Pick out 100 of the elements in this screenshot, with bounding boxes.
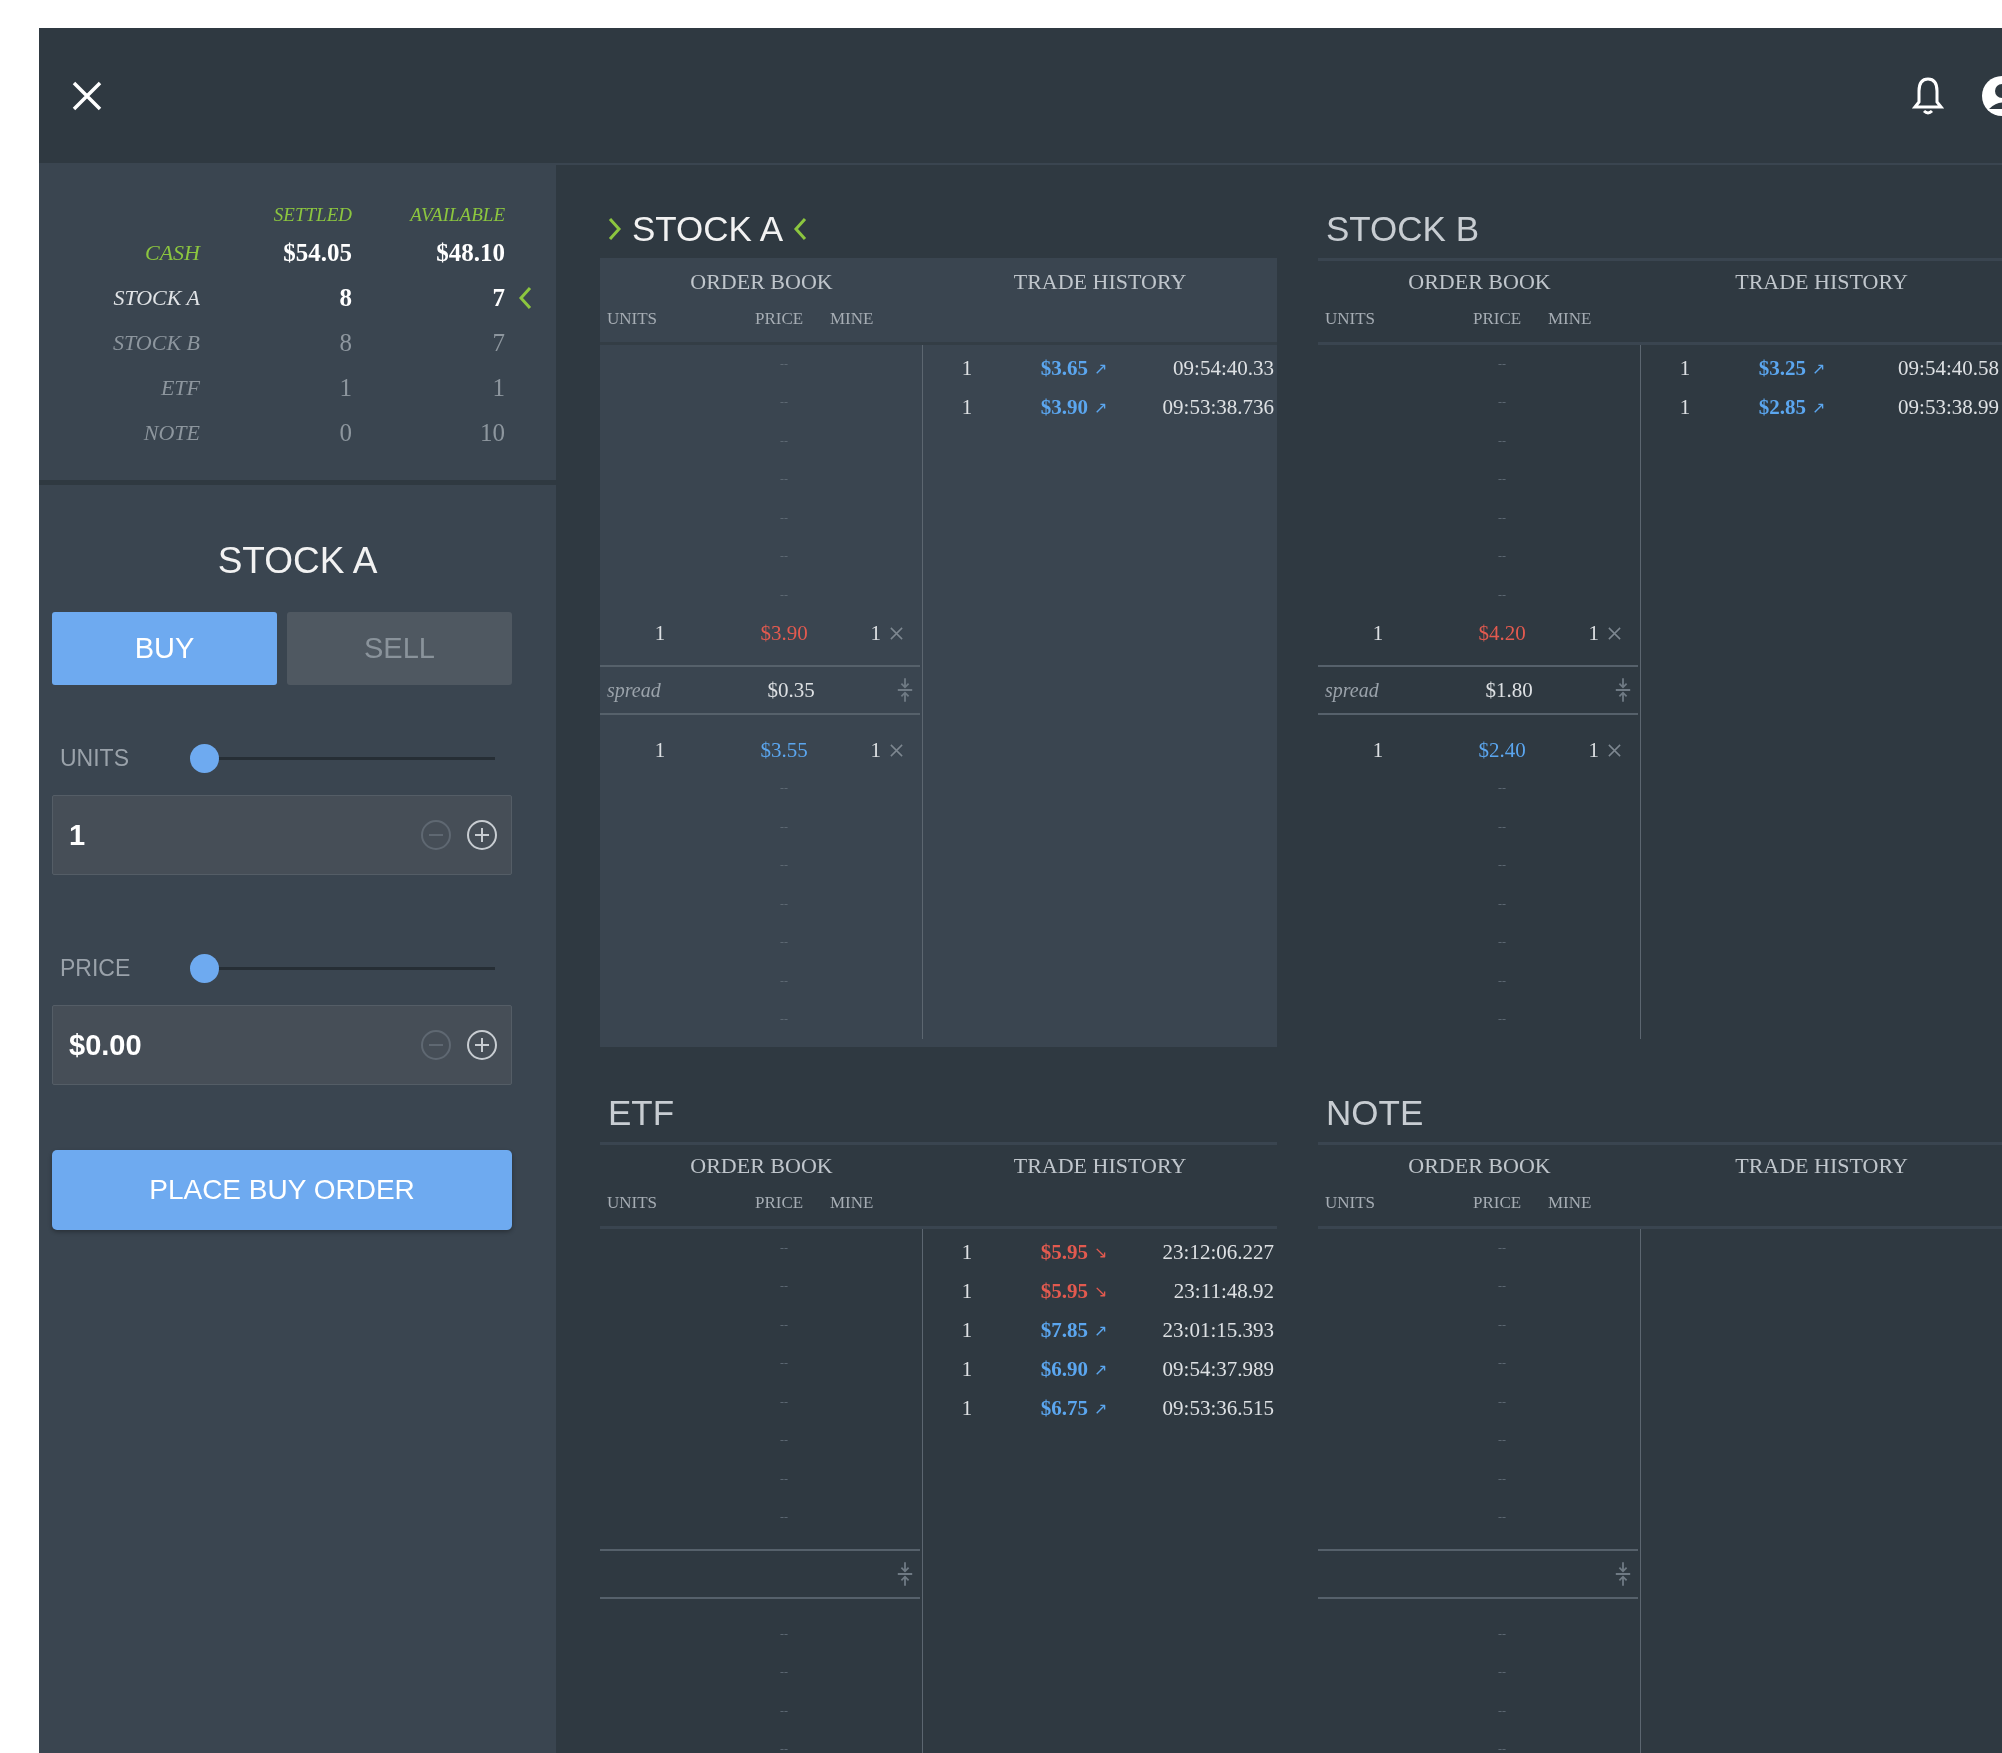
order-units: 1 (653, 621, 667, 647)
bell-icon[interactable] (1912, 75, 1944, 116)
spread-label: spread (1325, 678, 1380, 702)
trade-units: 1 (1678, 395, 1692, 420)
slider-thumb[interactable] (190, 743, 219, 773)
trade-units: 1 (960, 1279, 974, 1304)
empty-price: -- (1497, 819, 1507, 835)
empty-price: -- (1497, 1012, 1507, 1028)
trend-arrow: ↘ (1094, 1282, 1109, 1301)
empty-price: -- (779, 1317, 789, 1333)
empty-price: -- (1497, 1394, 1507, 1410)
trade-price: $3.25 (1757, 356, 1806, 381)
empty-price: -- (779, 858, 789, 874)
holding-value: 1 (491, 372, 505, 403)
trade-price: $5.95 (1039, 1279, 1088, 1304)
cancel-icon[interactable] (889, 626, 904, 642)
trade-price: $6.90 (1039, 1357, 1088, 1382)
trade-time: 23:11:48.92 (1172, 1279, 1275, 1304)
close-icon[interactable] (71, 79, 103, 112)
column-header: MINE (830, 309, 875, 329)
trade-time: 09:53:36.515 (1161, 1396, 1275, 1421)
empty-price: -- (779, 1742, 789, 1753)
holding-label[interactable]: CASH (39, 230, 200, 275)
empty-price: -- (1497, 356, 1507, 372)
side-tab[interactable]: BUY (52, 612, 277, 685)
empty-price: -- (779, 1665, 789, 1681)
empty-price: -- (779, 433, 789, 449)
holding-value: 8 (338, 327, 352, 358)
empty-price: -- (779, 896, 789, 912)
section-heading: TRADE HISTORY (1734, 1152, 1909, 1180)
trend-arrow: ↗ (1094, 1399, 1109, 1418)
trade-time: 09:54:40.58 (1897, 356, 2000, 381)
holding-value: 7 (491, 282, 505, 313)
place-order-button[interactable]: PLACE BUY ORDER (52, 1150, 512, 1230)
empty-price: -- (779, 549, 789, 565)
trade-units: 1 (960, 395, 974, 420)
holding-label[interactable]: NOTE (39, 410, 200, 455)
holding-value: 7 (491, 327, 505, 358)
empty-price: -- (1497, 395, 1507, 411)
column-header: AVAILABLE (408, 203, 505, 227)
spread-value: $1.80 (1484, 677, 1534, 703)
trade-price: $5.95 (1039, 1240, 1088, 1265)
number-input[interactable]: $0.00 (52, 1005, 512, 1085)
section-heading: TRADE HISTORY (1012, 1152, 1188, 1180)
column-header: SETTLED (272, 203, 352, 227)
empty-price: -- (1497, 1626, 1507, 1642)
column-header: UNITS (607, 309, 659, 329)
market-title: STOCK A (632, 209, 784, 249)
section-heading: TRADE HISTORY (1012, 268, 1188, 296)
chevron-icon (518, 285, 532, 310)
divide-icon[interactable] (896, 1560, 914, 1588)
empty-price: -- (1497, 510, 1507, 526)
order-units: 1 (1371, 737, 1385, 763)
number-input[interactable]: 1 (52, 795, 512, 875)
holding-value: $48.10 (435, 237, 505, 268)
empty-price: -- (1497, 1356, 1507, 1372)
cancel-icon[interactable] (889, 742, 904, 758)
holding-label[interactable]: STOCK B (39, 320, 200, 365)
order-units: 1 (1371, 621, 1385, 647)
column-header: UNITS (1325, 309, 1377, 329)
plus-button[interactable] (466, 819, 498, 851)
trade-units: 1 (960, 1396, 974, 1421)
column-header: PRICE (1473, 309, 1523, 329)
trade-time: 23:12:06.227 (1161, 1240, 1275, 1265)
cancel-icon[interactable] (1607, 742, 1622, 758)
empty-price: -- (1497, 472, 1507, 488)
trade-units: 1 (960, 1357, 974, 1382)
divide-icon[interactable] (1614, 1560, 1632, 1588)
empty-price: -- (1497, 1510, 1507, 1526)
holding-value: 1 (338, 372, 352, 403)
trend-arrow: ↗ (1812, 398, 1827, 417)
divide-icon[interactable] (1614, 676, 1632, 704)
empty-price: -- (1497, 1433, 1507, 1449)
empty-price: -- (779, 973, 789, 989)
empty-price: -- (779, 510, 789, 526)
holding-label[interactable]: STOCK A (39, 275, 200, 320)
field-label: PRICE (59, 954, 132, 982)
holding-label[interactable]: ETF (39, 365, 200, 410)
order-price: $3.55 (759, 737, 809, 763)
empty-price: -- (1497, 433, 1507, 449)
divide-icon[interactable] (896, 676, 914, 704)
side-tab[interactable]: SELL (287, 612, 512, 685)
field-label: UNITS (59, 744, 130, 772)
cancel-icon[interactable] (1607, 626, 1622, 642)
trade-time: 09:53:38.99 (1897, 395, 2000, 420)
empty-price: -- (779, 1012, 789, 1028)
order-mine: 1 (869, 621, 881, 647)
column-header: MINE (830, 1193, 875, 1213)
empty-price: -- (1497, 1665, 1507, 1681)
empty-price: -- (779, 1279, 789, 1295)
empty-price: -- (1497, 1240, 1507, 1256)
section-heading: ORDER BOOK (689, 1152, 834, 1180)
holding-value: $54.05 (282, 237, 352, 268)
order-mine: 1 (869, 737, 881, 763)
empty-price: -- (779, 1510, 789, 1526)
trade-time: 23:01:15.393 (1161, 1318, 1275, 1343)
plus-button[interactable] (466, 1029, 498, 1061)
trend-arrow: ↗ (1094, 398, 1109, 417)
column-header: PRICE (755, 1193, 805, 1213)
slider-thumb[interactable] (190, 953, 219, 983)
